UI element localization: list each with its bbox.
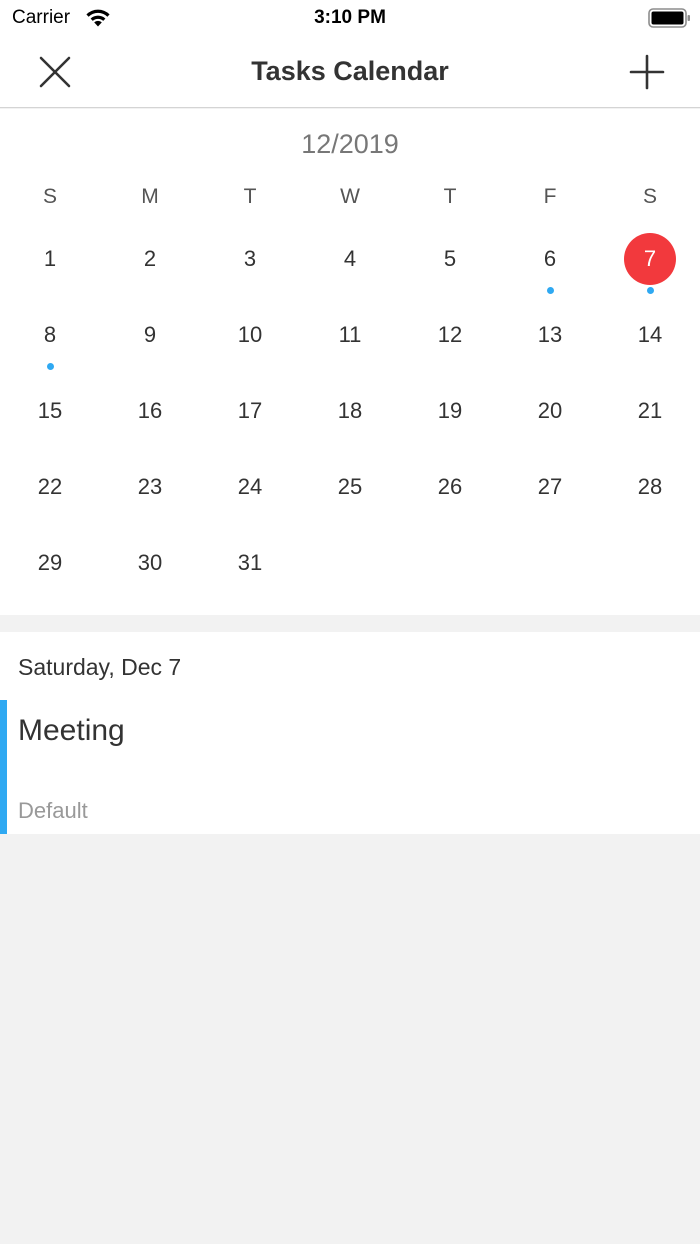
day-number: 29 bbox=[37, 550, 63, 575]
calendar-day[interactable]: 23 bbox=[100, 449, 200, 525]
month-label: 12/2019 bbox=[301, 129, 399, 159]
calendar-day[interactable]: 9 bbox=[100, 297, 200, 373]
day-number: 12 bbox=[437, 322, 463, 347]
day-number: 22 bbox=[37, 474, 63, 499]
day-tasks-panel: Saturday, Dec 7 Meeting Default bbox=[0, 632, 700, 834]
day-number: 27 bbox=[537, 474, 563, 499]
day-number: 14 bbox=[637, 322, 663, 347]
calendar-day[interactable]: 24 bbox=[200, 449, 300, 525]
month-calendar: 12/2019 S M T W T F S 1 2 3 4 5 6 7 8 9 10 11 12 13 1… bbox=[0, 109, 700, 615]
calendar-day[interactable]: 16 bbox=[100, 373, 200, 449]
weekday-label: M bbox=[141, 185, 159, 208]
day-number: 25 bbox=[337, 474, 363, 499]
calendar-day[interactable]: 30 bbox=[100, 525, 200, 601]
day-number: 6 bbox=[543, 246, 557, 271]
calendar-day-selected[interactable]: 7 bbox=[600, 221, 700, 297]
day-number: 8 bbox=[43, 322, 57, 347]
calendar-day[interactable]: 26 bbox=[400, 449, 500, 525]
weekday-label: T bbox=[243, 185, 257, 208]
day-number: 13 bbox=[537, 322, 563, 347]
battery-icon bbox=[648, 8, 690, 28]
navigation-bar: Tasks Calendar bbox=[0, 36, 700, 108]
day-number: 30 bbox=[137, 550, 163, 575]
day-number: 31 bbox=[237, 550, 263, 575]
calendar-day[interactable]: 31 bbox=[200, 525, 300, 601]
calendar-day[interactable]: 14 bbox=[600, 297, 700, 373]
day-number: 28 bbox=[637, 474, 663, 499]
calendar-day[interactable]: 22 bbox=[0, 449, 100, 525]
day-number: 3 bbox=[243, 246, 257, 271]
day-number: 16 bbox=[137, 398, 163, 423]
weekday-label: F bbox=[543, 185, 557, 208]
task-title: Meeting bbox=[18, 714, 125, 747]
calendar-day[interactable]: 18 bbox=[300, 373, 400, 449]
calendar-day[interactable]: 17 bbox=[200, 373, 300, 449]
page-title: Tasks Calendar bbox=[251, 56, 449, 86]
weekday-header: S M T W T F S bbox=[0, 185, 700, 211]
task-item[interactable]: Meeting Default bbox=[0, 700, 700, 834]
calendar-day[interactable]: 27 bbox=[500, 449, 600, 525]
day-number: 1 bbox=[43, 246, 57, 271]
calendar-day[interactable]: 12 bbox=[400, 297, 500, 373]
day-number: 20 bbox=[537, 398, 563, 423]
day-number: 9 bbox=[143, 322, 157, 347]
day-number: 10 bbox=[237, 322, 263, 347]
calendar-day[interactable]: 20 bbox=[500, 373, 600, 449]
day-number: 15 bbox=[37, 398, 63, 423]
calendar-day[interactable]: 3 bbox=[200, 221, 300, 297]
selected-date-label: Saturday, Dec 7 bbox=[18, 654, 182, 680]
day-number: 23 bbox=[137, 474, 163, 499]
calendar-day[interactable]: 5 bbox=[400, 221, 500, 297]
weekday-label: S bbox=[642, 185, 657, 208]
task-dot-indicator bbox=[546, 287, 554, 294]
task-dot-indicator bbox=[646, 287, 654, 294]
weekday-label: S bbox=[42, 185, 57, 208]
calendar-day[interactable]: 10 bbox=[200, 297, 300, 373]
day-number: 7 bbox=[643, 246, 657, 271]
status-bar: Carrier 3:10 PM bbox=[0, 0, 700, 36]
calendar-day[interactable]: 11 bbox=[300, 297, 400, 373]
clock-time: 3:10 PM bbox=[314, 7, 386, 28]
day-number: 26 bbox=[437, 474, 463, 499]
calendar-day[interactable]: 1 bbox=[0, 221, 100, 297]
calendar-day[interactable]: 8 bbox=[0, 297, 100, 373]
calendar-day[interactable]: 21 bbox=[600, 373, 700, 449]
weekday-label: T bbox=[443, 185, 457, 208]
calendar-day[interactable]: 2 bbox=[100, 221, 200, 297]
day-number: 21 bbox=[637, 398, 663, 423]
day-number: 11 bbox=[338, 322, 362, 347]
weekday-label: W bbox=[340, 185, 360, 208]
day-number: 19 bbox=[437, 398, 463, 423]
calendar-day[interactable]: 13 bbox=[500, 297, 600, 373]
day-number: 18 bbox=[337, 398, 363, 423]
day-number: 5 bbox=[443, 246, 457, 271]
calendar-day[interactable]: 19 bbox=[400, 373, 500, 449]
task-category: Default bbox=[18, 798, 88, 823]
day-number: 4 bbox=[343, 246, 357, 271]
calendar-day[interactable]: 29 bbox=[0, 525, 100, 601]
day-number: 17 bbox=[237, 398, 263, 423]
calendar-day[interactable]: 6 bbox=[500, 221, 600, 297]
day-number: 24 bbox=[237, 474, 263, 499]
days-grid: 1 2 3 4 5 6 7 8 9 10 11 12 13 14 15 16 17 18 19 20 21 22 23 24 2… bbox=[0, 221, 700, 601]
calendar-day[interactable]: 4 bbox=[300, 221, 400, 297]
calendar-day[interactable]: 25 bbox=[300, 449, 400, 525]
plus-icon[interactable] bbox=[624, 49, 670, 95]
task-dot-indicator bbox=[46, 363, 54, 370]
calendar-day[interactable]: 15 bbox=[0, 373, 100, 449]
day-number: 2 bbox=[143, 246, 157, 271]
task-color-bar bbox=[0, 700, 7, 834]
calendar-day[interactable]: 28 bbox=[600, 449, 700, 525]
